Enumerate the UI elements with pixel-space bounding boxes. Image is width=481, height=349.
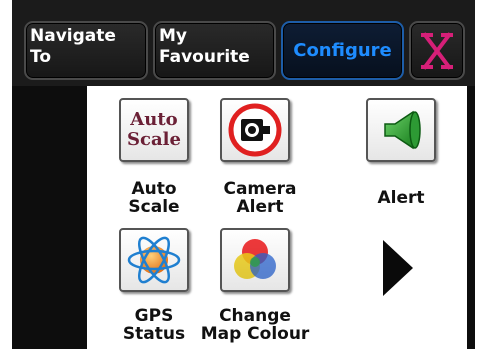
- tab-favourite-line2: Favourite: [159, 47, 250, 67]
- settings-grid: Auto Scale Auto Scale Camera Alert Alert…: [87, 86, 467, 349]
- close-button[interactable]: [409, 21, 465, 80]
- tab-favourite-line1: My: [159, 26, 187, 46]
- color-circles-glyph: [234, 239, 276, 279]
- speaker-icon: [366, 98, 436, 162]
- camera-alert-label-line1: Camera: [223, 179, 297, 199]
- alert-label-line1: Alert: [377, 188, 425, 208]
- gps-globe-glyph: [127, 236, 181, 284]
- camera-alert-item[interactable]: Camera Alert: [205, 86, 335, 221]
- alert-item[interactable]: Alert: [339, 86, 469, 221]
- change-map-colour-item[interactable]: Change Map Colour: [201, 222, 335, 349]
- speed-camera-glyph: [228, 103, 282, 157]
- speed-camera-icon: [220, 98, 290, 162]
- tab-navigate-line1: Navigate: [30, 26, 116, 46]
- tab-bar: Navigate To My Favourite Configure: [12, 0, 475, 86]
- tab-navigate-line2: To: [30, 47, 52, 67]
- configure-panel: Navigate To My Favourite Configure Auto …: [12, 0, 475, 349]
- tab-my-favourite[interactable]: My Favourite: [153, 21, 276, 80]
- camera-alert-label-line2: Alert: [236, 197, 284, 217]
- tab-configure[interactable]: Configure: [281, 21, 404, 80]
- auto-scale-icon-text-1: Auto: [130, 109, 178, 130]
- change-map-colour-label-line1: Change: [219, 306, 291, 326]
- change-map-colour-label-line2: Map Colour: [200, 324, 310, 344]
- change-map-colour-label: Change Map Colour: [190, 307, 320, 343]
- auto-scale-icon: Auto Scale: [119, 98, 189, 162]
- tab-configure-label: Configure: [293, 40, 392, 61]
- tab-navigate-to[interactable]: Navigate To: [24, 21, 148, 80]
- camera-alert-label: Camera Alert: [195, 180, 325, 216]
- alert-label: Alert: [336, 189, 466, 207]
- color-circles-icon: [220, 228, 290, 292]
- close-x-icon: [421, 31, 453, 70]
- next-page-arrow-icon: [383, 240, 413, 296]
- speaker-glyph: [384, 110, 421, 150]
- satellite-globe-icon: [119, 228, 189, 292]
- auto-scale-icon-text-2: Scale: [127, 129, 181, 150]
- next-page-button[interactable]: [377, 236, 427, 306]
